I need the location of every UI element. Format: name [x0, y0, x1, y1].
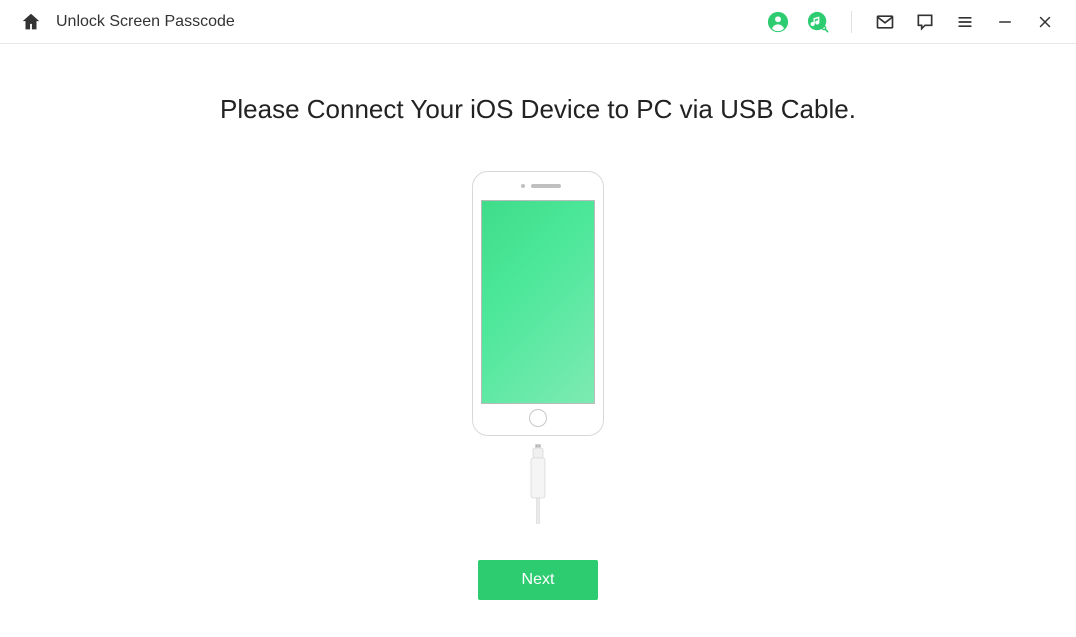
main-content: Please Connect Your iOS Device to PC via…	[0, 44, 1076, 600]
header-left: Unlock Screen Passcode	[20, 11, 235, 33]
phone-camera-dot	[521, 184, 525, 188]
phone-speaker	[531, 184, 561, 188]
menu-icon[interactable]	[954, 11, 976, 33]
account-icon[interactable]	[767, 11, 789, 33]
next-button[interactable]: Next	[478, 560, 598, 600]
home-icon[interactable]	[20, 11, 42, 33]
page-title: Unlock Screen Passcode	[56, 13, 235, 31]
device-illustration	[472, 171, 604, 524]
phone-screen	[481, 200, 595, 404]
music-search-icon[interactable]	[807, 11, 829, 33]
phone-icon	[472, 171, 604, 436]
close-icon[interactable]	[1034, 11, 1056, 33]
mail-icon[interactable]	[874, 11, 896, 33]
usb-cable-icon	[526, 444, 550, 524]
header-divider	[851, 11, 852, 33]
phone-home-button-icon	[529, 409, 547, 427]
feedback-icon[interactable]	[914, 11, 936, 33]
app-header: Unlock Screen Passcode	[0, 0, 1076, 44]
instruction-heading: Please Connect Your iOS Device to PC via…	[220, 94, 856, 125]
minimize-icon[interactable]	[994, 11, 1016, 33]
header-right	[767, 11, 1056, 33]
